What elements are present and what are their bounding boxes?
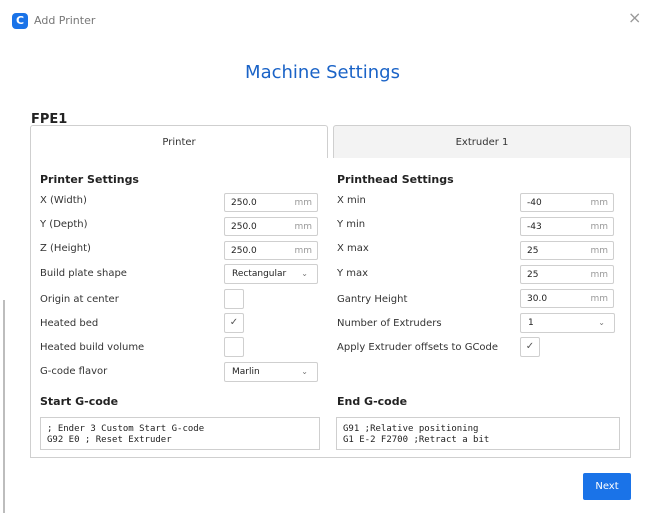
x-min-unit: mm [590,198,608,208]
y-depth-label: Y (Depth) [40,219,88,230]
apply-offsets-checkbox[interactable]: ✓ [520,337,540,357]
z-height-unit: mm [294,246,312,256]
x-width-field[interactable]: 250.0 mm [224,193,318,212]
y-min-field[interactable]: -43 mm [520,217,614,236]
z-height-label: Z (Height) [40,243,91,254]
y-max-unit: mm [590,270,608,280]
title-bar: C Add Printer × [0,0,645,40]
end-gcode-editor[interactable]: G91 ;Relative positioning G1 E-2 F2700 ;… [336,417,620,450]
end-gcode-line: G1 E-2 F2700 ;Retract a bit [343,435,490,445]
y-depth-value: 250.0 [231,222,257,232]
heated-bed-label: Heated bed [40,318,99,329]
chevron-down-icon: ⌄ [301,269,308,278]
end-gcode-line: G91 ;Relative positioning [343,424,479,434]
gcode-flavor-value: Marlin [232,367,260,377]
build-plate-shape-dropdown[interactable]: Rectangular ⌄ [224,264,318,284]
x-width-label: X (Width) [40,195,87,206]
start-gcode-line: G92 E0 ; Reset Extruder [47,435,172,445]
gantry-height-unit: mm [590,294,608,304]
chevron-down-icon: ⌄ [598,318,605,327]
apply-offsets-label: Apply Extruder offsets to GCode [337,342,499,353]
chevron-down-icon: ⌄ [301,367,308,376]
y-depth-unit: mm [294,222,312,232]
z-height-value: 250.0 [231,246,257,256]
end-gcode-title: End G-code [337,395,408,408]
x-max-field[interactable]: 25 mm [520,241,614,260]
y-max-value: 25 [527,270,539,280]
x-min-field[interactable]: -40 mm [520,193,614,212]
z-height-field[interactable]: 250.0 mm [224,241,318,260]
tab-printer[interactable]: Printer [30,125,328,159]
y-max-field[interactable]: 25 mm [520,265,614,284]
page-title: Machine Settings [245,62,400,83]
x-max-label: X max [337,243,369,254]
x-max-value: 25 [527,246,539,256]
cura-logo-icon: C [12,13,28,29]
origin-at-center-label: Origin at center [40,294,119,305]
gcode-flavor-dropdown[interactable]: Marlin ⌄ [224,362,318,382]
printer-settings-title: Printer Settings [40,173,139,186]
y-min-unit: mm [590,222,608,232]
tab-extruder-1[interactable]: Extruder 1 [333,125,631,159]
x-min-value: -40 [527,198,542,208]
build-plate-shape-label: Build plate shape [40,268,127,279]
origin-at-center-checkbox[interactable] [224,289,244,309]
window-title: Add Printer [34,14,96,27]
gantry-height-value: 30.0 [527,294,548,304]
x-max-unit: mm [590,246,608,256]
close-icon[interactable]: × [628,10,641,26]
gantry-height-field[interactable]: 30.0 mm [520,289,614,308]
y-min-value: -43 [527,222,542,232]
next-button[interactable]: Next [583,473,631,500]
start-gcode-line: ; Ender 3 Custom Start G-code [47,424,205,434]
y-depth-field[interactable]: 250.0 mm [224,217,318,236]
number-of-extruders-label: Number of Extruders [337,318,442,329]
heated-bed-checkbox[interactable]: ✓ [224,313,244,333]
x-width-unit: mm [294,198,312,208]
y-min-label: Y min [337,219,366,230]
heated-build-volume-checkbox[interactable] [224,337,244,357]
gcode-flavor-label: G-code flavor [40,366,108,377]
gantry-height-label: Gantry Height [337,294,408,305]
x-width-value: 250.0 [231,198,257,208]
printhead-settings-title: Printhead Settings [337,173,454,186]
start-gcode-title: Start G-code [40,395,119,408]
left-edge-line [3,300,5,513]
build-plate-shape-value: Rectangular [232,269,287,279]
y-max-label: Y max [337,268,369,279]
start-gcode-editor[interactable]: ; Ender 3 Custom Start G-code G92 E0 ; R… [40,417,320,450]
heated-build-volume-label: Heated build volume [40,342,145,353]
x-min-label: X min [337,195,366,206]
number-of-extruders-value: 1 [528,318,534,328]
number-of-extruders-dropdown[interactable]: 1 ⌄ [520,313,615,333]
